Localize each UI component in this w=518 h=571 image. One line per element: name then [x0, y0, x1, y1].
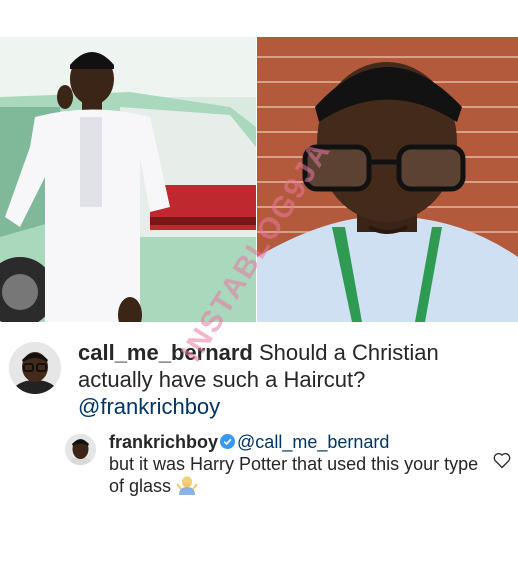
comment-text: call_me_bernard Should a Christian actua… [78, 339, 508, 420]
avatar-image [9, 342, 61, 394]
person-shrugging-icon [176, 476, 198, 495]
comment-mention[interactable]: @frankrichboy [78, 394, 220, 419]
avatar[interactable] [9, 342, 61, 394]
reply-text: frankrichboy @call_me_bernard but it was… [109, 431, 479, 497]
reply-body: but it was Harry Potter that used this y… [109, 454, 479, 496]
reply-avatar-image [65, 434, 96, 465]
reply-mention[interactable]: @call_me_bernard [237, 432, 389, 452]
reply-avatar[interactable] [65, 434, 96, 465]
like-heart-icon[interactable] [492, 450, 512, 470]
comment-username[interactable]: call_me_bernard [78, 340, 253, 365]
reply-username[interactable]: frankrichboy [109, 432, 218, 452]
verified-badge-icon [220, 434, 236, 449]
